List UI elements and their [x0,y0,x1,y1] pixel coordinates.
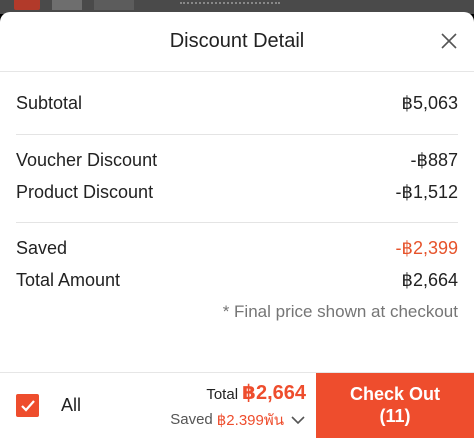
product-discount-value: -฿1,512 [395,181,459,202]
product-discount-label: Product Discount [16,181,154,202]
saved-label: Saved [16,238,68,259]
total-amount-value: ฿2,664 [401,269,459,290]
footer-total-value: ฿2,664 [242,381,306,404]
chevron-down-icon[interactable] [290,415,306,425]
background-thumbnail [14,0,40,10]
subtotal-value: ฿5,063 [401,92,459,113]
voucher-discount-label: Voucher Discount [16,150,158,171]
subtotal-label: Subtotal [16,92,83,113]
subtotal-row: Subtotal ฿5,063 [16,72,458,134]
discount-detail-sheet: Discount Detail Subtotal ฿5,063 Voucher … [0,12,474,438]
checkout-label: Check Out [349,383,441,404]
total-amount-row: Total Amount ฿2,664 [16,265,458,297]
background-text [180,0,280,4]
checkout-button[interactable]: Check Out (11) [316,373,474,438]
total-amount-label: Total Amount [16,269,121,290]
close-icon [441,33,457,49]
select-all-label: All [61,395,82,415]
discount-group: Voucher Discount -฿887 Product Discount … [16,135,458,222]
saved-row: Saved -฿2,399 [16,233,458,265]
footer-saved[interactable]: Saved ฿2.399พัน [170,408,306,432]
product-discount-row: Product Discount -฿1,512 [16,177,458,209]
checkout-bar: All Total ฿2,664 Saved ฿2.399พัน Check O… [0,372,474,438]
footer-totals: Total ฿2,664 Saved ฿2.399พัน [150,373,316,438]
total-group: Saved -฿2,399 Total Amount ฿2,664 * Fina… [16,223,458,336]
sheet-header: Discount Detail [0,12,474,72]
select-all-checkbox[interactable] [16,394,39,417]
check-icon [20,399,35,412]
close-button[interactable] [438,30,460,52]
background-thumbnail [94,0,134,10]
background-thumbnail [52,0,82,10]
voucher-discount-row: Voucher Discount -฿887 [16,145,458,177]
final-price-note: * Final price shown at checkout [222,302,458,321]
footer-total: Total ฿2,664 [206,380,306,405]
checkout-count: (11) [379,405,411,426]
saved-value: -฿2,399 [395,238,459,259]
discount-breakdown: Subtotal ฿5,063 Voucher Discount -฿887 P… [0,72,474,336]
select-all[interactable]: All [0,373,150,438]
sheet-title: Discount Detail [169,30,305,52]
voucher-discount-value: -฿887 [410,150,458,171]
footer-total-label: Total [206,385,239,403]
footer-saved-label: Saved [170,411,213,428]
footer-saved-value: ฿2.399พัน [216,411,284,429]
